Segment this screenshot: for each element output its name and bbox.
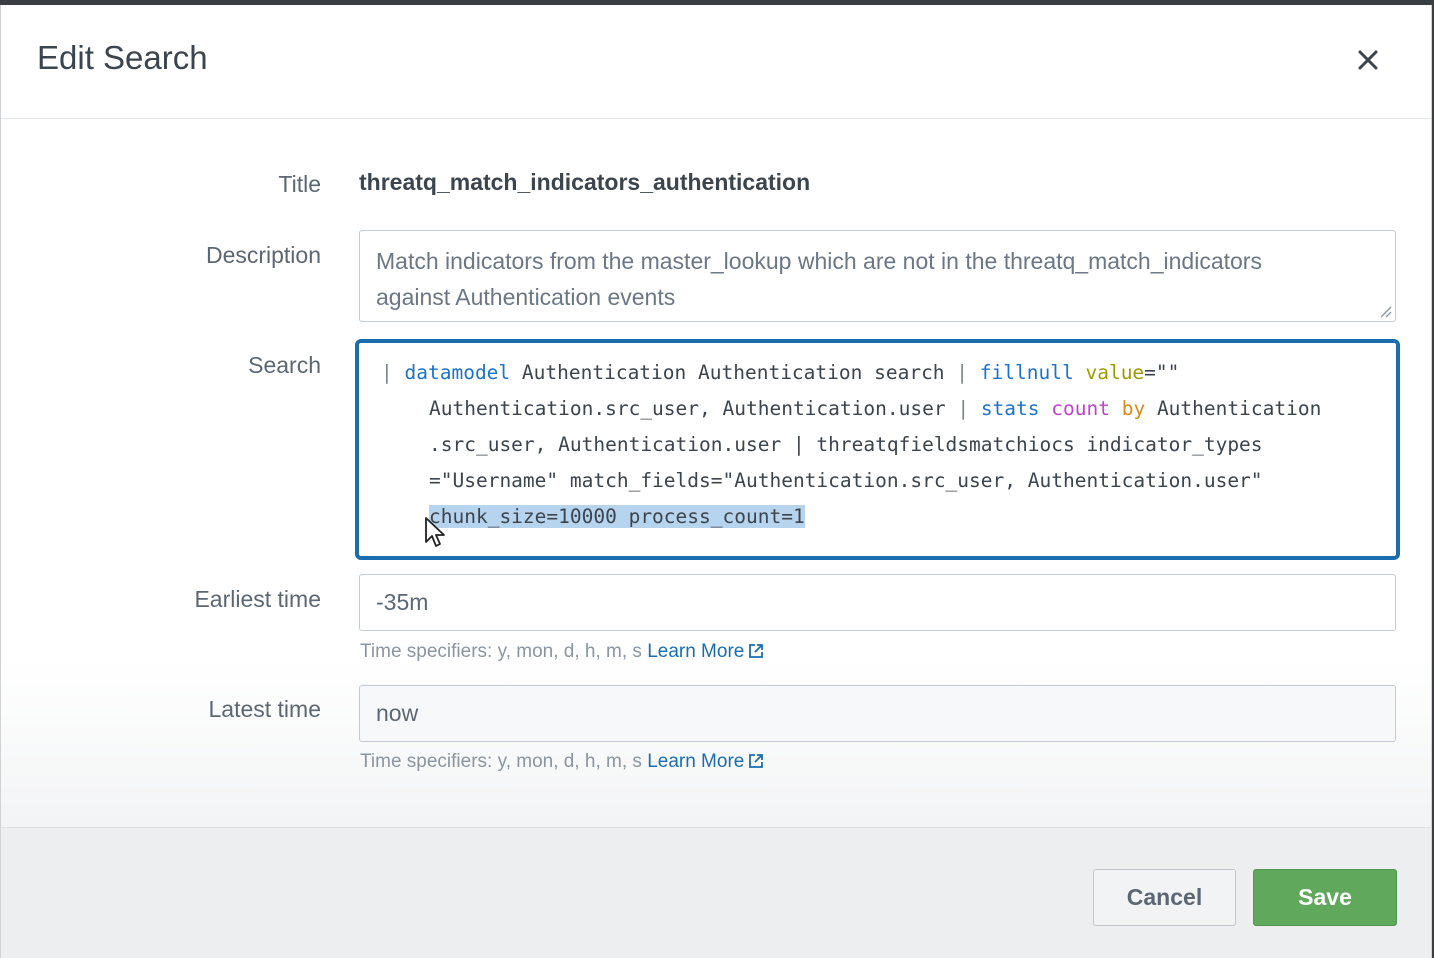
keyword-by: by (1121, 397, 1146, 420)
code-text: Authentication.src_user, Authentication.… (429, 397, 958, 420)
code-text: ="" (1144, 361, 1180, 384)
latest-time-help: Time specifiers: y, mon, d, h, m, s Lear… (360, 751, 764, 773)
earliest-time-label: Earliest time (194, 586, 321, 612)
help-text: Time specifiers: y, mon, d, h, m, s (360, 641, 642, 662)
external-link-icon (749, 754, 764, 768)
keyword-count: count (1051, 397, 1110, 420)
search-label: Search (248, 352, 321, 378)
title-value: threatq_match_indicators_authentication (359, 169, 811, 195)
code-text: Authentication (1145, 397, 1322, 420)
pipe-token: | (381, 361, 393, 384)
resize-grip-icon[interactable] (1378, 304, 1392, 318)
keyword-value: value (1085, 361, 1145, 384)
close-icon (1358, 50, 1378, 70)
keyword-fillnull: fillnull (979, 361, 1074, 384)
pipe-token: | (957, 397, 970, 420)
code-line: chunk_size=10000 process_count=1 (381, 499, 1378, 535)
latest-time-label: Latest time (208, 696, 322, 722)
description-textarea[interactable]: Match indicators from the master_lookup … (359, 230, 1396, 322)
learn-more-label: Learn More (647, 641, 745, 662)
code-line: | datamodel Authentication Authenticatio… (381, 355, 1378, 391)
help-text: Time specifiers: y, mon, d, h, m, s (360, 751, 642, 772)
code-text: Authentication Authentication search (510, 361, 957, 384)
selected-text: chunk_size=10000 process_count=1 (429, 505, 805, 528)
description-label: Description (205, 242, 321, 268)
earliest-time-help: Time specifiers: y, mon, d, h, m, s Lear… (360, 641, 764, 663)
search-editor[interactable]: | datamodel Authentication Authenticatio… (355, 339, 1400, 560)
edit-search-dialog: Edit Search Title threatq_match_indicato… (0, 5, 1432, 958)
cancel-button[interactable]: Cancel (1093, 869, 1236, 926)
code-line: ="Username" match_fields="Authentication… (429, 469, 1263, 492)
mouse-pointer-icon (425, 517, 445, 547)
code-line: Authentication.src_user, Authentication.… (381, 391, 1378, 427)
save-button[interactable]: Save (1253, 869, 1397, 926)
latest-time-input[interactable]: now (359, 685, 1396, 742)
dialog-header: Edit Search (1, 5, 1431, 119)
description-line: Match indicators from the master_lookup … (376, 248, 1262, 274)
dialog-footer: Cancel Save (1, 827, 1431, 958)
dialog-body: Title threatq_match_indicators_authentic… (1, 119, 1431, 827)
learn-more-link[interactable]: Learn More (647, 751, 764, 772)
dialog-title: Edit Search (37, 39, 208, 76)
description-line: against Authentication events (376, 284, 676, 310)
code-line: .src_user, Authentication.user | threatq… (429, 433, 1263, 456)
keyword-stats: stats (980, 397, 1040, 420)
external-link-icon (749, 644, 764, 658)
close-button[interactable] (1353, 45, 1383, 75)
learn-more-label: Learn More (647, 751, 745, 772)
pipe-token: | (956, 361, 969, 384)
keyword-datamodel: datamodel (404, 361, 511, 384)
title-label: Title (278, 171, 321, 197)
learn-more-link[interactable]: Learn More (647, 641, 764, 662)
earliest-time-input[interactable]: -35m (359, 574, 1396, 631)
